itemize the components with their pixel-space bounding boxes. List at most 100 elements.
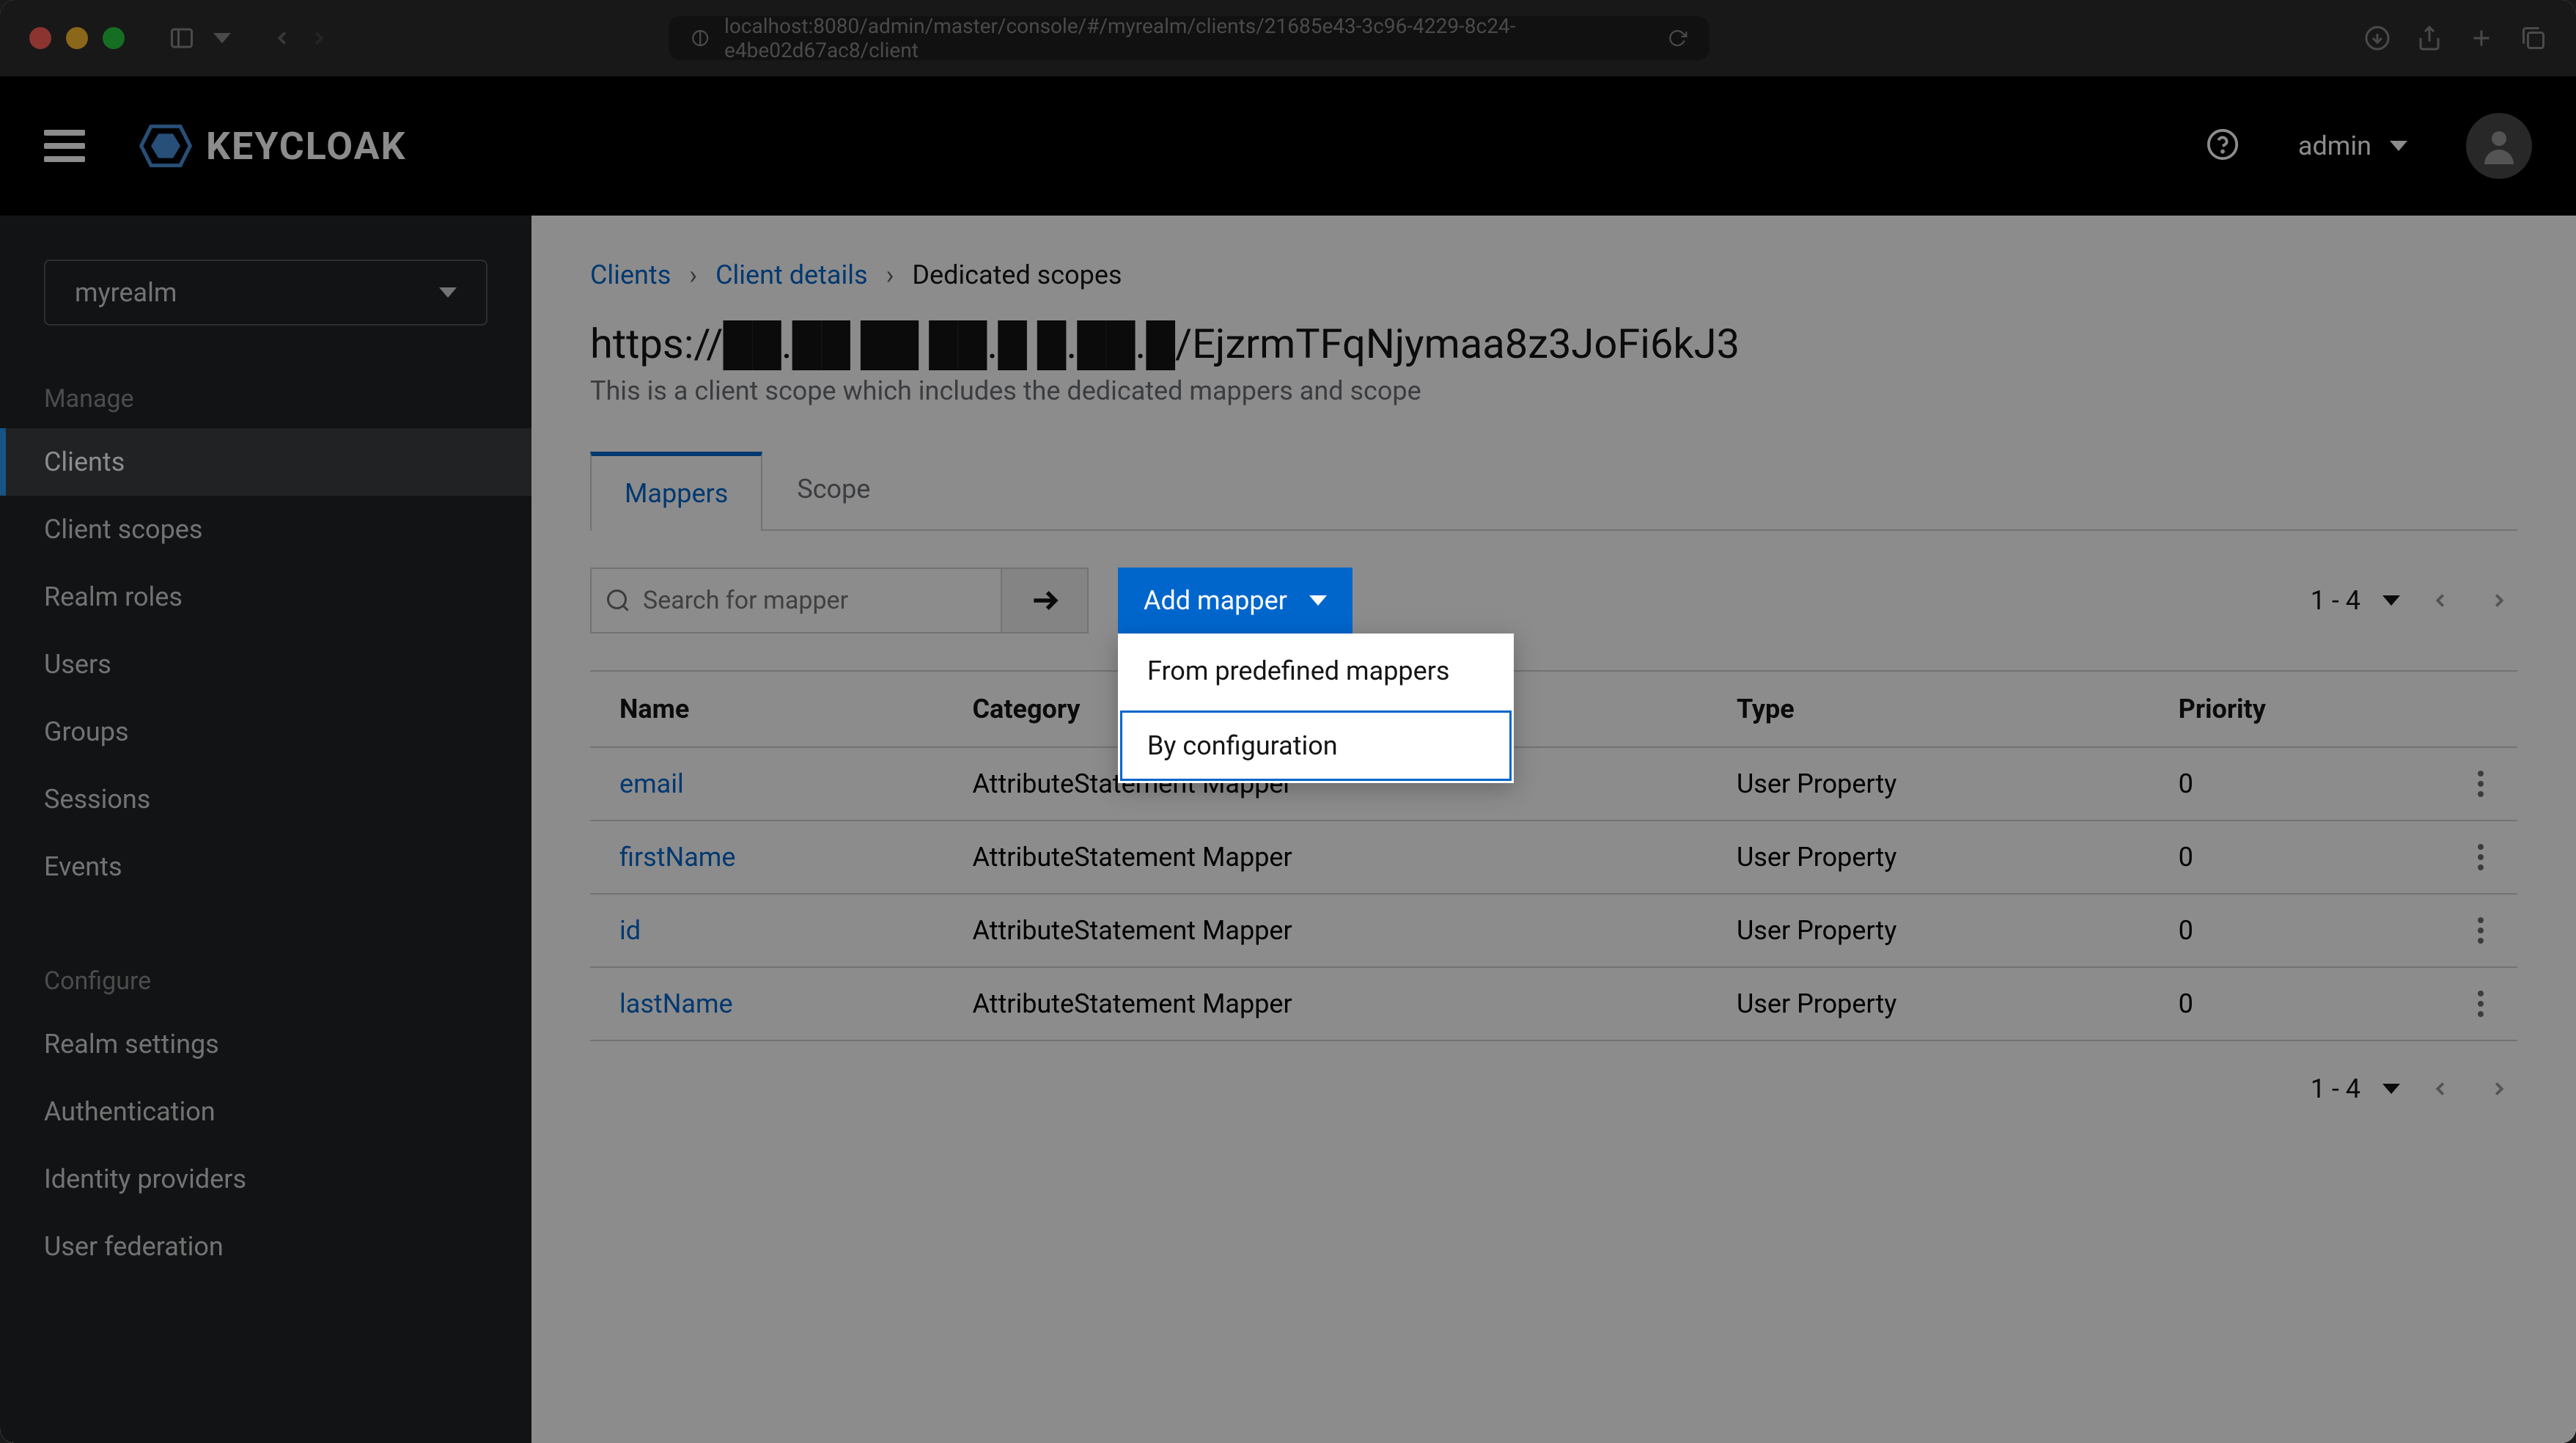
tab-mappers[interactable]: Mappers [590,452,762,531]
nav-authentication[interactable]: Authentication [0,1078,531,1145]
table-row: firstName AttributeStatement Mapper User… [590,820,2517,894]
nav-realm-roles[interactable]: Realm roles [0,563,531,631]
pager-next[interactable] [2481,582,2517,619]
nav-users[interactable]: Users [0,631,531,698]
nav-identity-providers[interactable]: Identity providers [0,1145,531,1213]
app-topbar: KEYCLOAK admin [0,76,2576,216]
col-name: Name [590,671,943,747]
nav-events[interactable]: Events [0,833,531,900]
dropdown-by-configuration[interactable]: By configuration [1118,708,1514,783]
pager-prev[interactable] [2422,582,2459,619]
caret-down-icon [1309,595,1327,606]
maximize-window[interactable] [103,27,125,49]
keycloak-logo[interactable]: KEYCLOAK [136,117,407,175]
toolbar: Add mapper From predefined mappers By co… [590,531,2517,670]
pager-top: 1 - 4 [2311,582,2517,619]
breadcrumb: Clients › Client details › Dedicated sco… [590,260,2517,290]
mappers-table: Name Category Type Priority email Attrib… [590,670,2517,1041]
chevron-right-icon: › [689,260,697,290]
pager-bottom: 1 - 4 [2311,1071,2517,1107]
mapper-name-link[interactable]: firstName [619,842,735,873]
add-mapper-button[interactable]: Add mapper [1118,568,1353,634]
caret-down-icon [439,287,457,298]
main-content: Clients › Client details › Dedicated sco… [531,216,2576,1443]
add-mapper-label: Add mapper [1144,585,1287,616]
dropdown-from-predefined[interactable]: From predefined mappers [1118,634,1514,708]
caret-down-icon [2390,141,2407,151]
row-actions-kebab[interactable] [2473,917,2488,944]
caret-down-icon[interactable] [2382,1084,2400,1094]
site-settings-icon[interactable] [691,28,710,48]
tabs-overview-icon[interactable] [2520,25,2547,51]
nav-sessions[interactable]: Sessions [0,765,531,833]
search-icon [605,587,631,614]
downloads-icon[interactable] [2364,25,2391,51]
share-icon[interactable] [2416,25,2443,51]
url-bar[interactable]: localhost:8080/admin/master/console/#/my… [669,16,1710,60]
row-actions-kebab[interactable] [2473,771,2488,797]
breadcrumb-client-details[interactable]: Client details [715,260,867,290]
keycloak-logo-icon [136,117,195,175]
browser-titlebar: localhost:8080/admin/master/console/#/my… [0,0,2576,76]
breadcrumb-clients[interactable]: Clients [590,260,671,290]
table-row: email AttributeStatement Mapper User Pro… [590,747,2517,820]
pager-prev[interactable] [2422,1071,2459,1107]
pager-next[interactable] [2481,1071,2517,1107]
search-submit-button[interactable] [1001,568,1089,634]
mapper-priority: 0 [2149,747,2444,820]
add-mapper-dropdown: From predefined mappers By configuration [1118,634,1514,783]
close-window[interactable] [29,27,51,49]
mapper-name-link[interactable]: email [619,768,684,799]
sidebar-toggle-icon[interactable] [169,25,195,51]
brand-text: KEYCLOAK [206,124,407,169]
page-title: https://██.██ ██ ██.█ █.██.█/EjzrmTFqNjy… [590,320,2517,368]
help-icon[interactable] [2206,128,2240,164]
page-description: This is a client scope which includes th… [590,375,2517,406]
mapper-priority: 0 [2149,820,2444,894]
avatar[interactable] [2466,113,2532,179]
tab-scope[interactable]: Scope [762,450,905,529]
col-type: Type [1707,671,2149,747]
minimize-window[interactable] [66,27,88,49]
nav-clients[interactable]: Clients [0,428,531,496]
mapper-category: AttributeStatement Mapper [943,820,1707,894]
tabs: Mappers Scope [590,450,2517,531]
url-text: localhost:8080/admin/master/console/#/my… [724,14,1653,62]
mapper-name-link[interactable]: lastName [619,988,733,1019]
table-row: id AttributeStatement Mapper User Proper… [590,894,2517,967]
mapper-priority: 0 [2149,894,2444,967]
tab-dropdown-icon[interactable] [213,33,231,43]
pager-range: 1 - 4 [2311,585,2360,616]
search-input[interactable] [590,568,1001,634]
row-actions-kebab[interactable] [2473,991,2488,1017]
username: admin [2298,131,2371,161]
menu-toggle[interactable] [44,130,85,162]
nav-client-scopes[interactable]: Client scopes [0,496,531,563]
arrow-right-icon [1028,584,1061,617]
caret-down-icon[interactable] [2382,595,2400,606]
table-row: lastName AttributeStatement Mapper User … [590,967,2517,1040]
window-controls [29,27,125,49]
nav-user-federation[interactable]: User federation [0,1213,531,1280]
chevron-right-icon: › [886,260,894,290]
nav-section-configure: Configure [0,944,531,1010]
nav-back-icon[interactable] [271,27,293,49]
mapper-name-link[interactable]: id [619,915,641,946]
nav-realm-settings[interactable]: Realm settings [0,1010,531,1078]
realm-selector[interactable]: myrealm [44,260,487,326]
sidebar: myrealm Manage Clients Client scopes Rea… [0,216,531,1443]
mapper-type: User Property [1707,820,2149,894]
realm-name: myrealm [75,277,177,308]
breadcrumb-current: Dedicated scopes [912,260,1122,290]
mapper-type: User Property [1707,967,2149,1040]
pager-range: 1 - 4 [2311,1073,2360,1104]
user-menu[interactable]: admin [2298,131,2407,161]
new-tab-icon[interactable] [2468,25,2495,51]
mapper-category: AttributeStatement Mapper [943,894,1707,967]
nav-groups[interactable]: Groups [0,698,531,765]
mapper-type: User Property [1707,747,2149,820]
nav-forward-icon[interactable] [308,27,330,49]
mapper-category: AttributeStatement Mapper [943,967,1707,1040]
row-actions-kebab[interactable] [2473,844,2488,870]
reload-icon[interactable] [1668,28,1687,48]
